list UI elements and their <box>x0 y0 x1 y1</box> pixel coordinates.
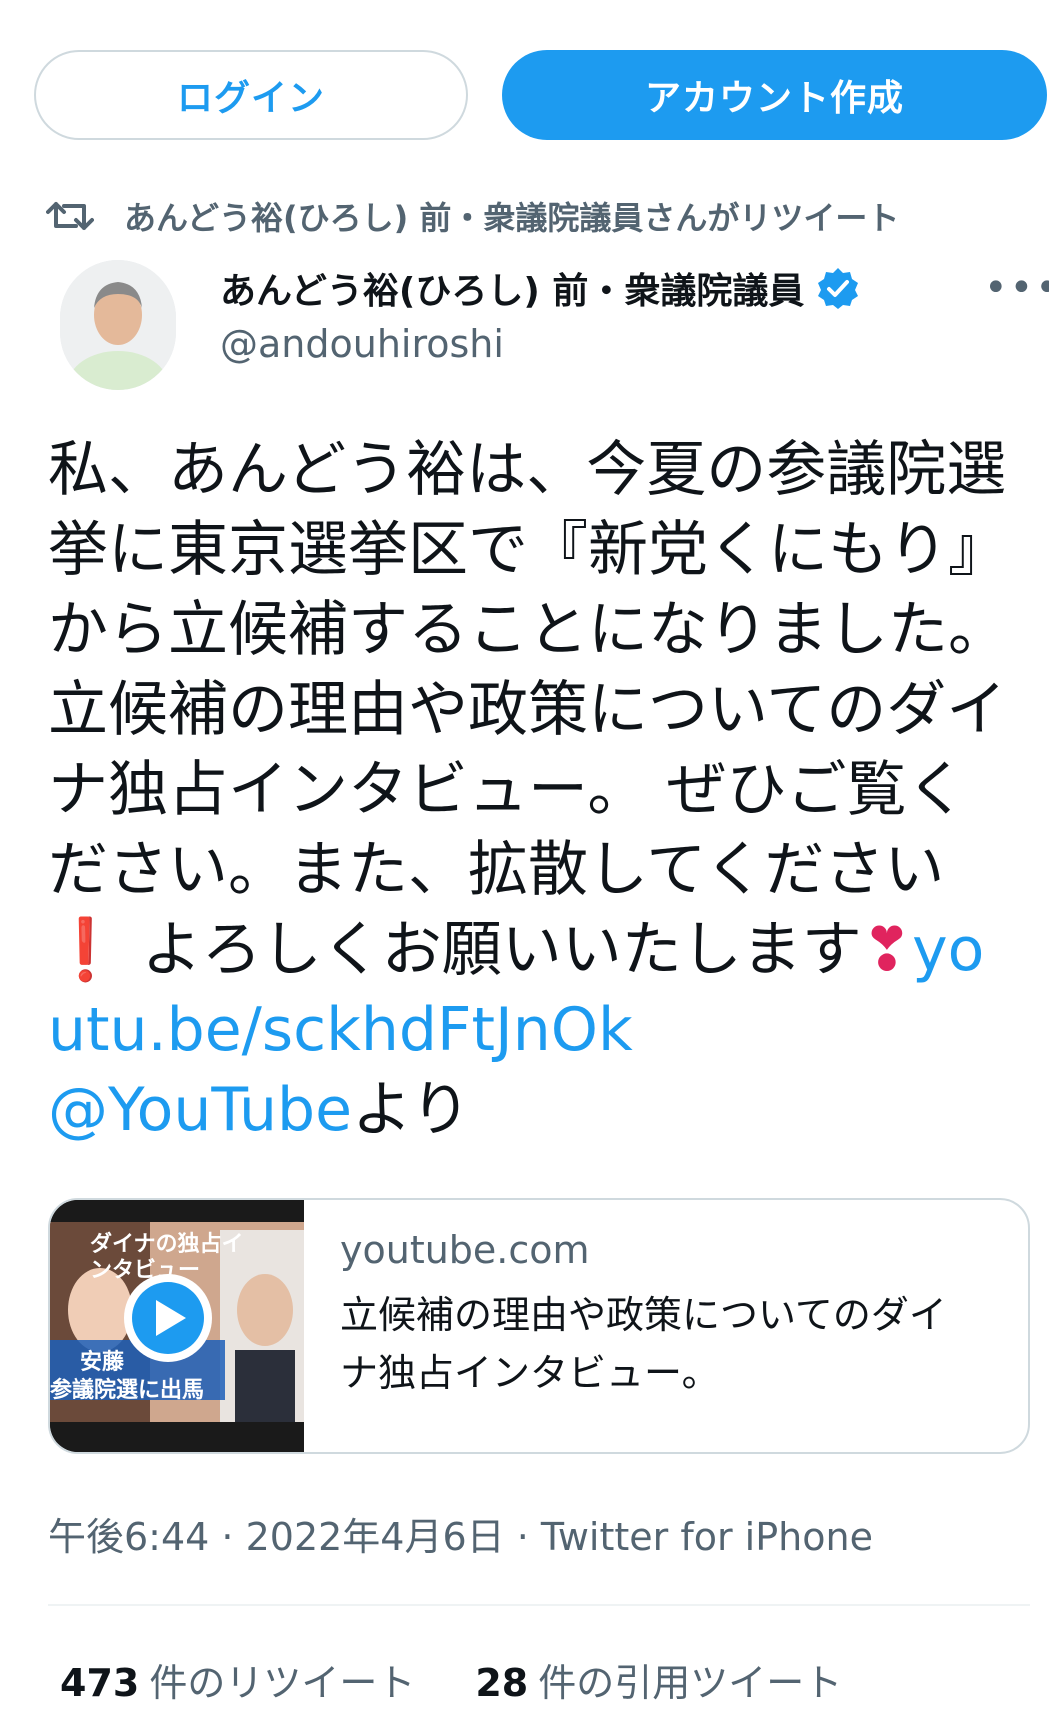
author-handle[interactable]: @andouhiroshi <box>220 322 504 366</box>
verified-badge-icon <box>818 268 859 309</box>
author-line[interactable]: あんどう裕(ひろし) 前・衆議院議員 <box>220 262 860 314</box>
quotes-count: 28 <box>475 1661 529 1705</box>
tweet-source[interactable]: Twitter for iPhone <box>541 1515 873 1559</box>
login-button[interactable]: ログイン <box>34 50 468 140</box>
link-card[interactable]: ダイナの独占インタビュー 安藤 参議院選に出馬 youtube.com 立候補の… <box>48 1198 1030 1454</box>
avatar[interactable] <box>60 260 176 390</box>
retweets-label: 件のリツイート <box>149 1661 416 1705</box>
thumbnail-text-top: ダイナの独占インタビュー <box>90 1232 244 1283</box>
more-options-icon[interactable]: ••• <box>984 268 1049 308</box>
meta-separator: · <box>504 1515 541 1559</box>
card-domain: youtube.com <box>340 1228 590 1272</box>
meta-separator: · <box>209 1515 246 1559</box>
card-body[interactable]: youtube.com 立候補の理由や政策についてのダイナ独占インタビュー。 <box>304 1200 980 1452</box>
retweet-icon <box>46 202 94 230</box>
tweet-mention[interactable]: @YouTube <box>48 1075 352 1145</box>
retweets-stat[interactable]: 473 件のリツイート <box>60 1652 415 1707</box>
author-name[interactable]: あんどう裕(ひろし) 前・衆議院議員 <box>220 262 804 314</box>
retweet-context-text[interactable]: あんどう裕(ひろし) 前・衆議院議員さんがリツイート <box>124 193 899 239</box>
quotes-label: 件の引用ツイート <box>538 1661 843 1705</box>
thumbnail-text-banner: 参議院選に出馬 <box>50 1378 205 1403</box>
tweet-text-main: 私、あんどう裕は、今夏の参議院選挙に東京選挙区で『新党くにもり』から立候補するこ… <box>48 435 1008 905</box>
retweet-context: あんどう裕(ひろし) 前・衆議院議員さんがリツイート <box>46 190 899 242</box>
tweet-text-suffix: より <box>351 1075 471 1145</box>
tweet-body: 私、あんどう裕は、今夏の参議院選挙に東京選挙区で『新党くにもり』から立候補するこ… <box>48 430 1018 1150</box>
card-title: 立候補の理由や政策についてのダイナ独占インタビュー。 <box>340 1293 947 1395</box>
tweet-stats: 473 件のリツイート 28 件の引用ツイート <box>60 1652 842 1707</box>
heart-exclamation-emoji-icon: ❣ <box>861 915 913 985</box>
retweets-count: 473 <box>60 1661 140 1705</box>
exclamation-emoji-icon: ❗ <box>48 915 123 985</box>
tweet-meta: 午後6:44 · 2022年4月6日 · Twitter for iPhone <box>48 1506 873 1561</box>
tweet-date[interactable]: 2022年4月6日 <box>246 1515 505 1559</box>
tweet-time[interactable]: 午後6:44 <box>48 1515 209 1559</box>
signup-button[interactable]: アカウント作成 <box>502 50 1047 140</box>
divider <box>48 1604 1030 1606</box>
card-thumbnail[interactable]: ダイナの独占インタビュー 安藤 参議院選に出馬 <box>50 1200 304 1452</box>
tweet-text-after-exclaim: よろしくお願いいたします <box>122 915 862 985</box>
quotes-stat[interactable]: 28 件の引用ツイート <box>475 1652 842 1707</box>
